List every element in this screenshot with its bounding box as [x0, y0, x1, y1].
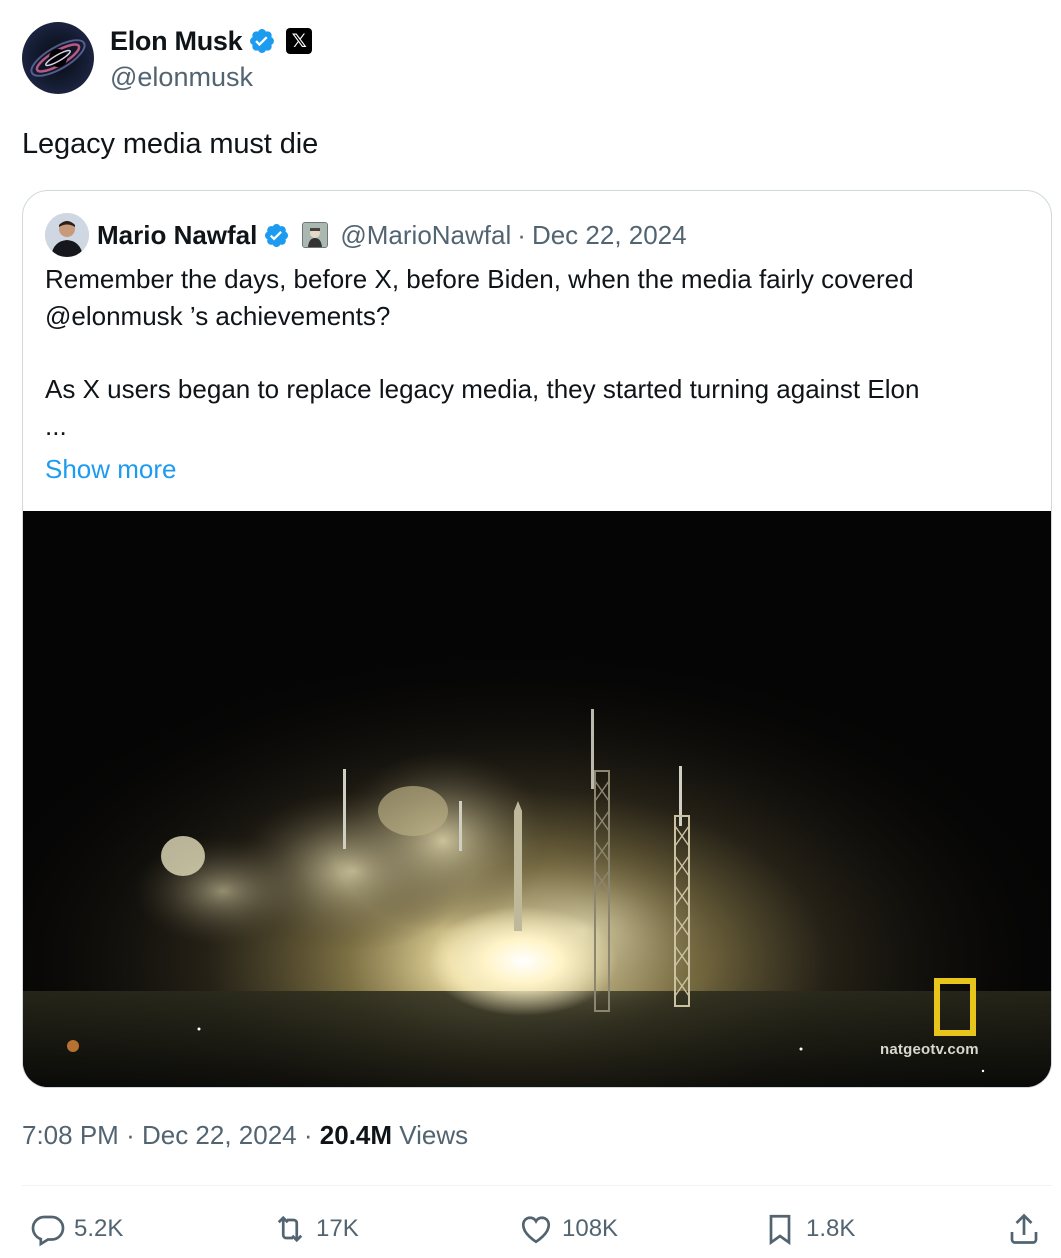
repost-count: 17K	[316, 1215, 359, 1242]
quoted-display-name[interactable]: Mario Nawfal	[97, 220, 257, 251]
media-watermark: natgeotv.com	[880, 1041, 979, 1058]
quoted-paragraph-2: As X users began to replace legacy media…	[45, 374, 920, 404]
quoted-handle[interactable]: @MarioNawfal	[340, 220, 511, 251]
affiliate-badge-icon[interactable]	[302, 222, 329, 248]
quoted-paragraph-1: Remember the days, before X, before Bide…	[45, 264, 914, 331]
views-count: 20.4M	[319, 1120, 393, 1150]
quoted-tweet[interactable]: Mario Nawfal @MarioNawfal · Dec 22, 2024…	[22, 190, 1052, 1088]
show-more-link[interactable]: Show more	[45, 451, 1025, 488]
share-button[interactable]	[1006, 1205, 1050, 1253]
quoted-separator: ·	[517, 219, 526, 250]
reply-icon	[31, 1215, 65, 1247]
tweet-time[interactable]: 7:08 PM	[22, 1120, 119, 1150]
bookmark-button[interactable]: 1.8K	[762, 1205, 855, 1253]
reply-count: 5.2K	[74, 1215, 124, 1242]
like-button[interactable]: 108K	[518, 1205, 618, 1253]
views-label: Views	[399, 1120, 469, 1150]
author-handle[interactable]: @elonmusk	[110, 62, 253, 93]
quoted-ellipsis: ...	[45, 411, 67, 441]
quoted-header: Mario Nawfal @MarioNawfal · Dec 22, 2024	[45, 213, 687, 257]
quoted-body: Remember the days, before X, before Bide…	[45, 261, 1025, 488]
tweet-date[interactable]: Dec 22, 2024	[142, 1120, 297, 1150]
author-display-name[interactable]: Elon Musk	[110, 26, 243, 57]
heart-icon	[521, 1216, 551, 1244]
meta-separator: ·	[126, 1120, 135, 1150]
quoted-avatar[interactable]	[45, 213, 89, 257]
like-count: 108K	[562, 1215, 619, 1242]
x-logo-icon[interactable]: 𝕏	[286, 28, 313, 54]
quoted-verified-badge-icon[interactable]	[263, 222, 290, 249]
reply-button[interactable]: 5.2K	[30, 1205, 123, 1253]
repost-icon	[277, 1215, 303, 1243]
verified-badge-icon[interactable]	[248, 27, 276, 55]
divider	[22, 1185, 1052, 1186]
bookmark-count: 1.8K	[806, 1215, 856, 1242]
share-icon	[1010, 1213, 1038, 1244]
quoted-date[interactable]: Dec 22, 2024	[532, 220, 687, 251]
quoted-video-media[interactable]: natgeotv.com	[23, 511, 1051, 1087]
bookmark-icon	[769, 1214, 791, 1246]
repost-button[interactable]: 17K	[272, 1205, 359, 1253]
author-name-row: Elon Musk 𝕏	[110, 24, 313, 58]
action-bar: 5.2K 17K 108K 1.8K	[0, 1205, 1061, 1255]
tweet-text: Legacy media must die	[22, 128, 319, 160]
tweet-meta: 7:08 PM · Dec 22, 2024 · 20.4M Views	[22, 1120, 468, 1151]
tweet-header: Elon Musk 𝕏 @elonmusk	[22, 22, 1022, 96]
meta-separator: ·	[303, 1120, 313, 1150]
author-avatar[interactable]	[22, 22, 94, 94]
